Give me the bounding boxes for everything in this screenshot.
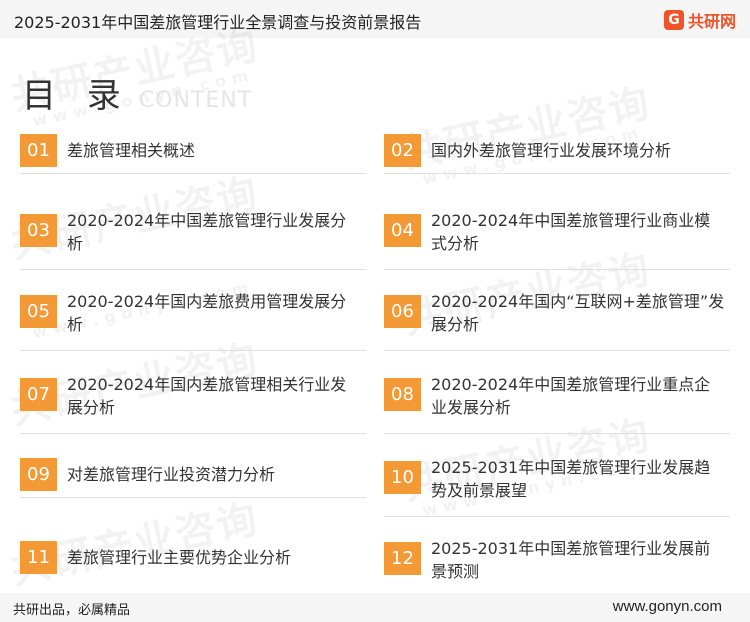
toc-label: 2020-2024年中国差旅管理行业重点企业发展分析 — [431, 375, 711, 417]
toc-item[interactable]: 07 2020-2024年国内差旅管理相关行业发展分析 — [20, 372, 366, 434]
toc-number-badge: 11 — [20, 541, 57, 574]
header-bar: 2025-2031年中国差旅管理行业全景调查与投资前景报告 G 共研网 — [0, 0, 750, 38]
brand-logo: G 共研网 — [663, 8, 736, 32]
toc-label: 2020-2024年中国差旅管理行业发展分析 — [67, 211, 347, 253]
toc-label: 对差旅管理行业投资潜力分析 — [67, 465, 276, 484]
toc-item[interactable]: 08 2020-2024年中国差旅管理行业重点企业发展分析 — [384, 372, 730, 434]
toc-item[interactable]: 10 2025-2031年中国差旅管理行业发展趋势及前景展望 — [384, 455, 730, 517]
toc-label: 2020-2024年国内“互联网+差旅管理”发展分析 — [431, 292, 725, 334]
divider — [384, 516, 730, 517]
toc-number-badge: 09 — [20, 458, 57, 491]
toc-label: 2020-2024年国内差旅管理相关行业发展分析 — [67, 375, 347, 417]
toc-item[interactable]: 01 差旅管理相关概述 — [20, 134, 366, 196]
toc-label: 2020-2024年国内差旅费用管理发展分析 — [67, 292, 347, 334]
toc-label: 差旅管理行业主要优势企业分析 — [67, 548, 292, 567]
toc-number-badge: 07 — [20, 378, 57, 411]
toc-item[interactable]: 12 2025-2031年中国差旅管理行业发展前景预测 — [384, 536, 730, 598]
toc-number-badge: 08 — [384, 378, 421, 411]
footer-slogan: 共研出品，必属精品 — [13, 603, 131, 618]
toc-number-badge: 01 — [20, 134, 57, 167]
toc-item[interactable]: 09 对差旅管理行业投资潜力分析 — [20, 458, 366, 520]
report-title: 2025-2031年中国差旅管理行业全景调查与投资前景报告 — [14, 13, 422, 32]
toc-number-badge: 06 — [384, 295, 421, 328]
toc-number-badge: 05 — [20, 295, 57, 328]
divider — [384, 433, 730, 434]
divider — [384, 269, 730, 270]
toc-item[interactable]: 06 2020-2024年国内“互联网+差旅管理”发展分析 — [384, 289, 730, 351]
divider — [20, 269, 366, 270]
toc-label: 2025-2031年中国差旅管理行业发展趋势及前景展望 — [431, 458, 711, 500]
toc-number-badge: 10 — [384, 461, 421, 494]
toc-item[interactable]: 03 2020-2024年中国差旅管理行业发展分析 — [20, 208, 366, 270]
toc-label: 国内外差旅管理行业发展环境分析 — [431, 141, 672, 160]
section-subtitle: CONTENT — [138, 88, 253, 113]
toc-item[interactable]: 04 2020-2024年中国差旅管理行业商业模式分析 — [384, 208, 730, 270]
divider — [20, 497, 366, 498]
toc-label: 差旅管理相关概述 — [67, 141, 196, 160]
section-title: 目 录 — [22, 76, 131, 116]
divider — [384, 173, 730, 174]
toc-label: 2020-2024年中国差旅管理行业商业模式分析 — [431, 211, 711, 253]
toc-number-badge: 02 — [384, 134, 421, 167]
brand-name: 共研网 — [687, 12, 736, 31]
divider — [20, 350, 366, 351]
toc-label: 2025-2031年中国差旅管理行业发展前景预测 — [431, 539, 711, 581]
toc-item[interactable]: 02 国内外差旅管理行业发展环境分析 — [384, 134, 730, 196]
toc-number-badge: 04 — [384, 214, 421, 247]
toc-item[interactable]: 05 2020-2024年国内差旅费用管理发展分析 — [20, 289, 366, 351]
divider — [384, 350, 730, 351]
divider — [20, 173, 366, 174]
brand-logo-icon: G — [663, 10, 684, 30]
toc-number-badge: 12 — [384, 542, 421, 575]
section-heading: 目 录 CONTENT — [22, 68, 252, 117]
footer-url[interactable]: www.gonyn.com — [613, 598, 722, 615]
footer-bar: 共研出品，必属精品 www.gonyn.com — [0, 593, 750, 622]
toc-number-badge: 03 — [20, 214, 57, 247]
divider — [20, 433, 366, 434]
